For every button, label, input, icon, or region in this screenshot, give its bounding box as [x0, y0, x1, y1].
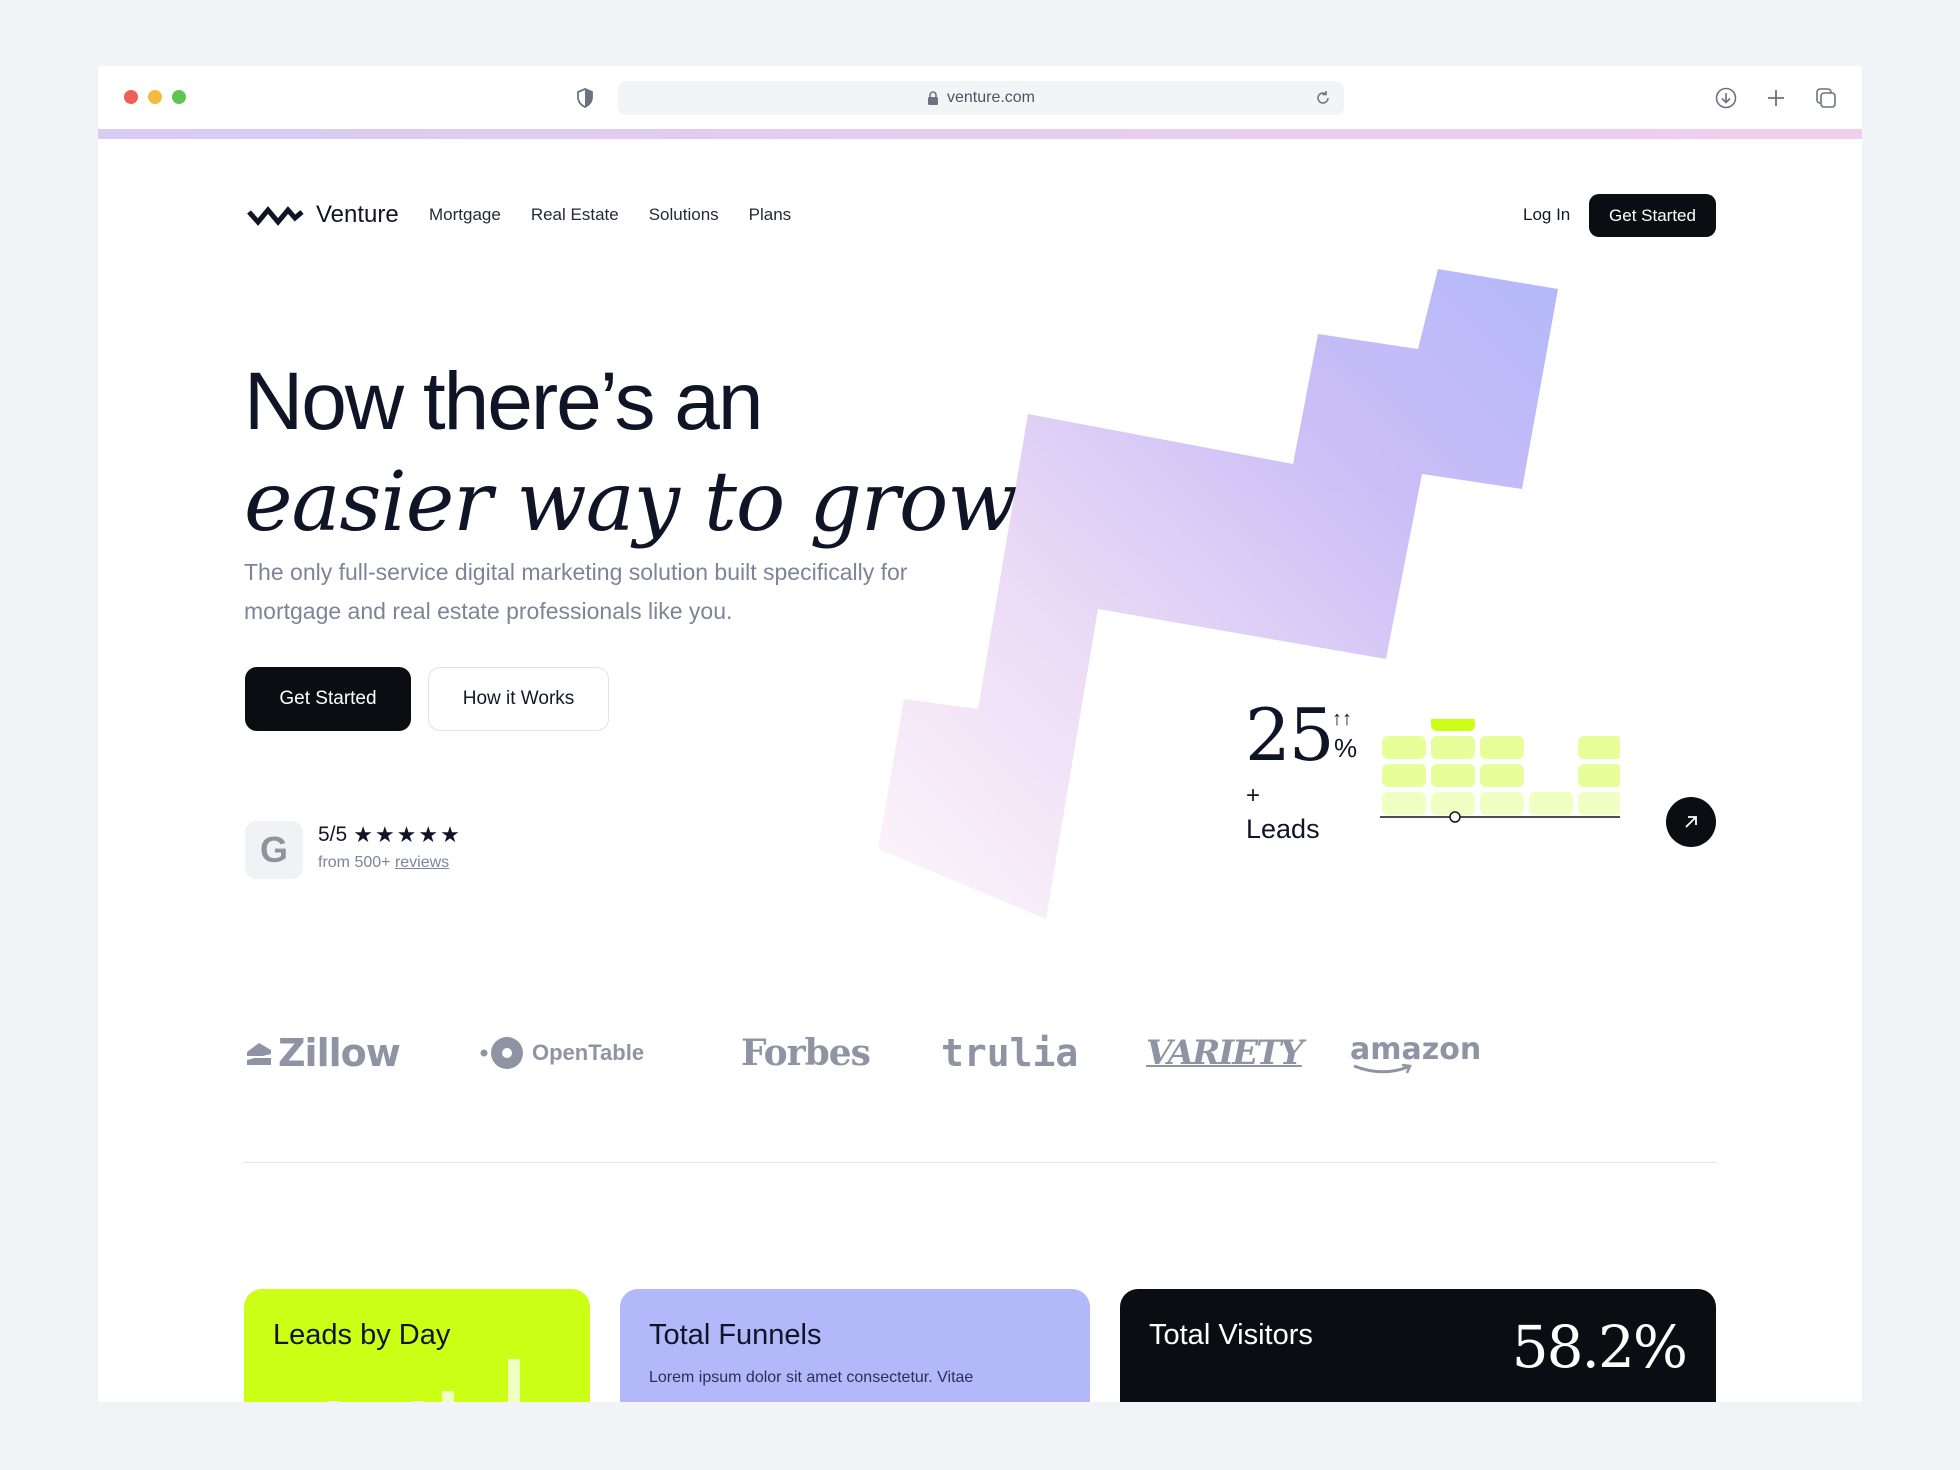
tabs-icon[interactable]: [1814, 86, 1838, 110]
leads-bar-cell: [1480, 764, 1524, 787]
open-arrow-button[interactable]: [1666, 797, 1716, 847]
brand-name: Venture: [316, 201, 399, 228]
nav-link-mortgage[interactable]: Mortgage: [429, 205, 501, 225]
zillow-house-icon: [247, 1043, 271, 1065]
leads-bar-chart: [1380, 719, 1620, 823]
nav-get-started-button[interactable]: Get Started: [1589, 194, 1716, 237]
main-nav: Mortgage Real Estate Solutions Plans: [429, 205, 791, 225]
zillow-wordmark: Zillow: [278, 1031, 401, 1075]
arrow-up-right-icon: [1685, 816, 1697, 828]
forbes-wordmark: Forbes: [741, 1032, 871, 1074]
google-icon: G: [245, 821, 303, 879]
leads-bar-highlight: [1431, 719, 1475, 731]
mini-bar: [412, 1401, 424, 1402]
browser-window: venture.com Venture Mortgage Real Estate…: [98, 66, 1862, 1402]
google-letter: G: [259, 829, 288, 870]
total-visitors-card[interactable]: Total Visitors 58.2%: [1120, 1289, 1716, 1402]
web-page: Venture Mortgage Real Estate Solutions P…: [98, 139, 1862, 1402]
star-rating: ★ ★ ★ ★ ★: [353, 824, 460, 846]
opentable-icon: [480, 1037, 523, 1069]
leads-bar-cell: [1578, 792, 1620, 815]
opentable-logo: OpenTable: [478, 1023, 644, 1083]
mini-bar: [508, 1359, 520, 1402]
star-icon: ★: [440, 822, 460, 847]
shield-icon[interactable]: [576, 88, 594, 108]
leads-plus: +: [1246, 782, 1261, 809]
leads-bar-cell: [1382, 764, 1426, 787]
leads-bar-cell: [1431, 764, 1475, 787]
login-link[interactable]: Log In: [1523, 205, 1570, 225]
nav-link-solutions[interactable]: Solutions: [649, 205, 719, 225]
lock-icon: [927, 91, 938, 105]
zillow-logo: Zillow: [244, 1023, 401, 1083]
leads-bar-cell: [1382, 736, 1426, 759]
partner-logos: Zillow OpenTable Forbes trulia VARIETY a…: [244, 1023, 1481, 1083]
leads-by-day-card[interactable]: Leads by Day: [244, 1289, 590, 1402]
section-divider: [244, 1162, 1716, 1163]
total-funnels-card[interactable]: Total Funnels Lorem ipsum dolor sit amet…: [620, 1289, 1090, 1402]
card-description: Lorem ipsum dolor sit amet consectetur. …: [649, 1369, 974, 1386]
plus-icon[interactable]: [1764, 86, 1788, 110]
get-started-button[interactable]: Get Started: [245, 667, 411, 731]
growth-zigzag-graphic: [878, 269, 1558, 919]
download-icon[interactable]: [1714, 86, 1738, 110]
hero-title-line2: easier way to grow: [244, 455, 1018, 550]
hero-subtitle: The only full-service digital marketing …: [244, 559, 908, 624]
leads-slider-handle[interactable]: [1449, 811, 1461, 823]
card-title: Total Funnels: [649, 1319, 822, 1351]
card-title: Leads by Day: [273, 1319, 451, 1351]
mini-bar: [328, 1401, 340, 1402]
leads-bar-cell: [1431, 792, 1475, 815]
leads-bar-cell: [1431, 736, 1475, 759]
star-icon: ★: [353, 822, 373, 847]
leads-bar-cell: [1578, 736, 1620, 759]
minimize-window-button[interactable]: [148, 90, 162, 104]
variety-logo: VARIETY: [1146, 1023, 1304, 1083]
leads-percent: %: [1334, 733, 1358, 763]
zigzag-logo-icon: [247, 206, 304, 226]
leads-bar-cell: [1529, 792, 1573, 815]
leads-bar-cell: [1480, 792, 1524, 815]
forbes-logo: Forbes: [741, 1023, 871, 1083]
hero-title-line1: Now there’s an: [244, 356, 763, 447]
leads-bar-cell: [1578, 764, 1620, 787]
amazon-logo: amazon: [1350, 1023, 1481, 1083]
trulia-logo: trulia: [941, 1023, 1078, 1083]
mini-bar: [442, 1391, 454, 1402]
star-icon: ★: [396, 822, 417, 847]
how-it-works-button[interactable]: How it Works: [428, 667, 609, 731]
card-title: Total Visitors: [1149, 1319, 1313, 1351]
browser-toolbar: venture.com: [98, 66, 1862, 132]
opentable-wordmark: OpenTable: [532, 1040, 645, 1065]
url-text: venture.com: [946, 89, 1036, 106]
trend-up-icon: ↑↑: [1332, 708, 1352, 730]
total-visitors-value: 58.2%: [1511, 1313, 1688, 1381]
star-icon: ★: [374, 822, 395, 847]
reviews-count: from 500+: [318, 854, 391, 871]
amazon-wordmark: amazon: [1350, 1031, 1482, 1067]
tab-accent-bar: [98, 129, 1862, 139]
variety-wordmark: VARIETY: [1146, 1033, 1304, 1073]
nav-link-plans[interactable]: Plans: [749, 205, 792, 225]
leads-bar-cell: [1382, 792, 1426, 815]
rating-score: 5/5: [318, 823, 348, 846]
leads-bar-cell: [1480, 736, 1524, 759]
address-bar[interactable]: venture.com: [618, 81, 1344, 115]
amazon-smile-icon: [1353, 1063, 1412, 1073]
maximize-window-button[interactable]: [172, 90, 186, 104]
reviews-caption: from 500+ reviews: [318, 854, 449, 872]
trulia-wordmark: trulia: [941, 1031, 1079, 1075]
brand-logo[interactable]: Venture: [246, 201, 399, 229]
close-window-button[interactable]: [124, 90, 138, 104]
rating-score-row: 5/5 ★ ★ ★ ★ ★: [318, 823, 460, 847]
star-icon: ★: [418, 822, 439, 847]
leads-label: Leads: [1246, 814, 1320, 844]
reviews-link[interactable]: reviews: [395, 854, 449, 871]
reload-icon[interactable]: [1314, 89, 1332, 107]
leads-value: 25: [1245, 693, 1335, 777]
nav-link-real-estate[interactable]: Real Estate: [531, 205, 619, 225]
